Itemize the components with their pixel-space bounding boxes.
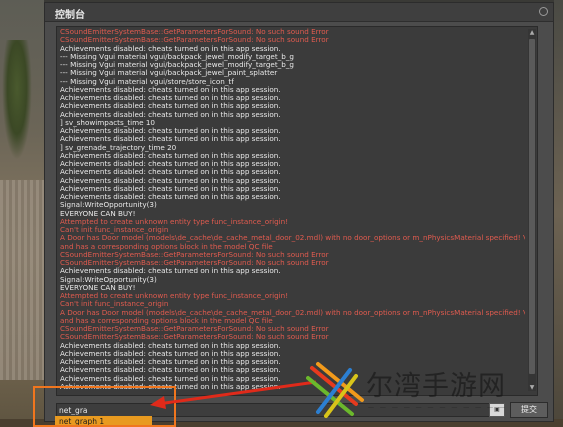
log-line: EVERYONE CAN BUY! [60, 209, 136, 218]
log-line: A Door has Door model (models\de_cache\d… [60, 308, 525, 317]
log-line: Achievements disabled: cheats turned on … [60, 382, 281, 391]
scroll-down-arrow-icon[interactable]: ▼ [528, 384, 536, 392]
log-line: --- Missing Vgui material vgui/backpack_… [60, 69, 278, 78]
close-icon[interactable] [539, 7, 548, 16]
log-line: Can't init func_instance_origin [60, 300, 169, 309]
log-line: Achievements disabled: cheats turned on … [60, 110, 281, 119]
log-line: Achievements disabled: cheats turned on … [60, 176, 281, 185]
log-line: Achievements disabled: cheats turned on … [60, 127, 281, 135]
log-line: CSoundEmitterSystemBase::GetParametersFo… [60, 259, 329, 267]
log-line: CSoundEmitterSystemBase::GetParametersFo… [60, 325, 329, 333]
log-line: Achievements disabled: cheats turned on … [60, 341, 281, 350]
log-line: Achievements disabled: cheats turned on … [60, 349, 281, 358]
console-titlebar[interactable]: 控制台 [45, 3, 553, 22]
autocomplete-suggestion[interactable]: net_graph 1 [55, 416, 152, 427]
console-window: 控制台 CSoundEmitterSystemBase::GetParamete… [44, 2, 554, 422]
scroll-thumb[interactable] [529, 39, 535, 374]
log-line: Attempted to create unknown entity type … [60, 292, 289, 300]
submit-button[interactable]: 提交 [510, 402, 548, 418]
corrugated-wall [0, 180, 44, 380]
console-title: 控制台 [55, 10, 85, 21]
log-line: Achievements disabled: cheats turned on … [60, 193, 281, 201]
log-line: Achievements disabled: cheats turned on … [60, 135, 281, 144]
log-line: ] sv_showimpacts_time 10 [60, 118, 155, 127]
game-scene-left [0, 0, 44, 427]
log-line: ] sv_grenade_trajectory_time 20 [60, 143, 177, 152]
autocomplete-icon[interactable]: ▣ [489, 403, 505, 417]
log-line: Achievements disabled: cheats turned on … [60, 366, 281, 375]
log-line: --- Missing Vgui material vgui/backpack_… [60, 52, 294, 61]
log-line: Signal:WriteOpportunity(3) [60, 275, 157, 284]
log-line: Can't init func_instance_origin [60, 226, 169, 234]
log-line: and has a corresponding options block in… [60, 316, 273, 325]
scroll-up-arrow-icon[interactable]: ▲ [528, 29, 536, 37]
command-input[interactable] [59, 404, 479, 416]
log-line: Achievements disabled: cheats turned on … [60, 374, 281, 383]
log-line: Achievements disabled: cheats turned on … [60, 358, 281, 366]
log-line: A Door has Door model (models\de_cache\d… [60, 234, 525, 243]
console-log-lines: CSoundEmitterSystemBase::GetParametersFo… [60, 28, 525, 391]
log-line: Achievements disabled: cheats turned on … [60, 160, 281, 168]
console-log[interactable]: CSoundEmitterSystemBase::GetParametersFo… [56, 26, 538, 396]
log-line: Achievements disabled: cheats turned on … [60, 151, 281, 160]
log-line: EVERYONE CAN BUY! [60, 283, 136, 292]
log-line: Achievements disabled: cheats turned on … [60, 184, 281, 193]
log-line: CSoundEmitterSystemBase::GetParametersFo… [60, 36, 329, 45]
log-line: CSoundEmitterSystemBase::GetParametersFo… [60, 250, 329, 259]
log-line: Achievements disabled: cheats turned on … [60, 267, 281, 276]
log-line: CSoundEmitterSystemBase::GetParametersFo… [60, 28, 329, 36]
log-line: CSoundEmitterSystemBase::GetParametersFo… [60, 333, 329, 342]
log-line: --- Missing Vgui material vgui/backpack_… [60, 61, 294, 69]
log-line: Achievements disabled: cheats turned on … [60, 168, 281, 177]
game-scene-right [554, 0, 563, 427]
log-line: --- Missing Vgui material vgui/store/sto… [60, 77, 234, 86]
log-line: Achievements disabled: cheats turned on … [60, 102, 281, 111]
log-line: and has a corresponding options block in… [60, 242, 273, 251]
log-line: Achievements disabled: cheats turned on … [60, 94, 281, 102]
tree-foliage [2, 40, 32, 160]
log-line: Signal:WriteOpportunity(3) [60, 201, 157, 210]
log-line: Achievements disabled: cheats turned on … [60, 44, 281, 53]
log-line: Achievements disabled: cheats turned on … [60, 85, 281, 94]
log-line: Attempted to create unknown entity type … [60, 217, 289, 226]
command-input-container[interactable] [56, 403, 490, 417]
